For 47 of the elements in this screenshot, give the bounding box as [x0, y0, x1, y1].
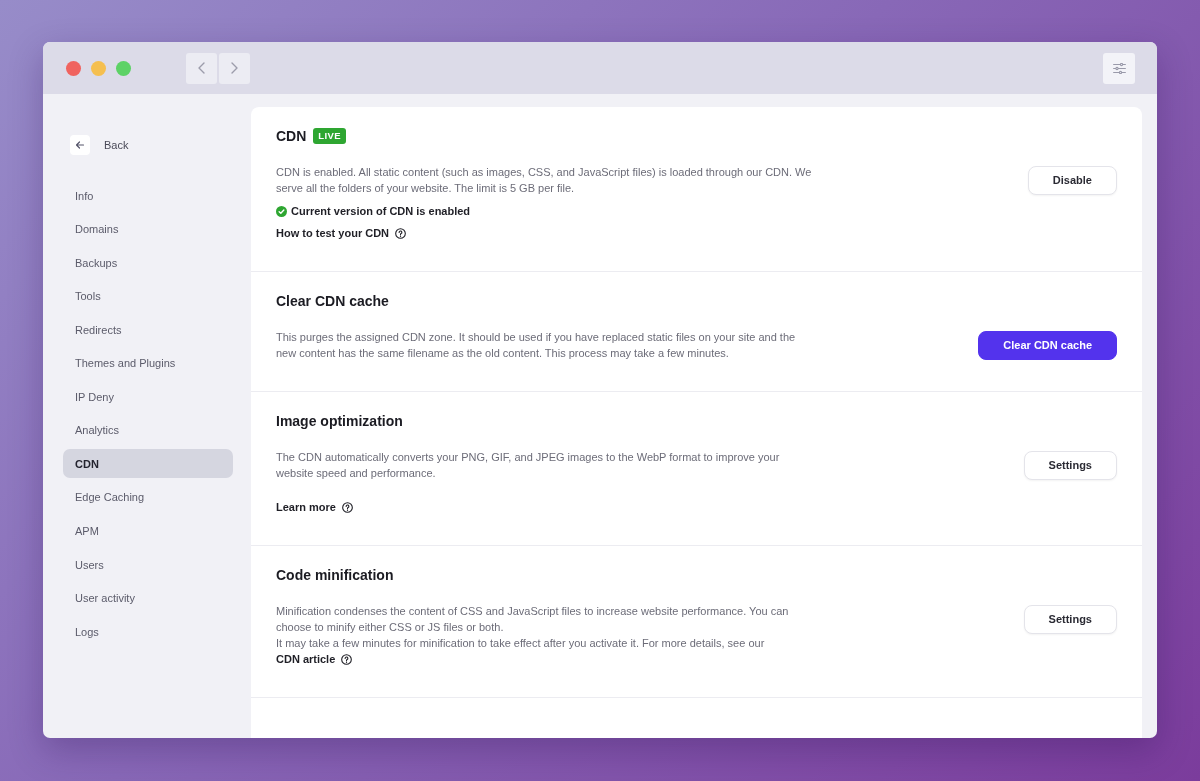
window-minimize-icon[interactable] — [91, 60, 106, 76]
action-button[interactable]: Settings — [1023, 604, 1117, 634]
action-button[interactable]: Settings — [1023, 450, 1117, 480]
help-link[interactable]: Learn more — [276, 499, 353, 515]
help-link[interactable]: How to test your CDN — [276, 225, 407, 241]
section-title: Code minification — [276, 567, 394, 583]
sidebar-item[interactable]: User activity — [63, 583, 233, 613]
sidebar-item[interactable]: Domains — [63, 214, 233, 244]
section-title: Image optimization — [276, 413, 403, 429]
chevron-right-icon — [231, 62, 238, 74]
nav-back-button[interactable] — [186, 52, 217, 84]
arrow-left-icon — [70, 135, 90, 155]
section-description: CDN is enabled. All static content (such as images, CSS, and JavaScript files) is loaded through our CDN. We serve all the folders of your website. The limit is 5 GB per file. — [276, 165, 813, 196]
sidebar-item[interactable]: Users — [63, 550, 233, 579]
sidebar-item[interactable]: IP Deny — [63, 382, 233, 412]
window-maximize-icon[interactable] — [116, 60, 131, 76]
action-button[interactable]: Disable — [1027, 165, 1117, 195]
help-link[interactable]: CDN article — [276, 651, 353, 667]
section-description: Minification condenses the content of CSS and JavaScript files to increase website performance. You can choose to minify either CSS or JS files or both. — [276, 604, 790, 635]
check-circle-icon — [276, 205, 287, 217]
help-icon — [395, 227, 407, 239]
nav-forward-button[interactable] — [219, 52, 250, 84]
action-button[interactable]: Clear CDN cache — [978, 330, 1117, 360]
sidebar-item[interactable]: Backups — [63, 248, 233, 278]
section-title: Clear CDN cache — [276, 293, 389, 309]
sliders-icon — [1112, 62, 1126, 74]
sidebar-item[interactable]: Redirects — [63, 315, 233, 345]
sidebar-item[interactable]: Themes and Plugins — [63, 348, 233, 378]
section-description: It may take a few minutes for minification to take effect after you activate it. For more details, see our CDN article — [276, 636, 766, 667]
sidebar-item[interactable]: Analytics — [63, 415, 233, 445]
sidebar-item[interactable]: Info — [63, 181, 233, 210]
status-text: Current version of CDN is enabled — [291, 205, 471, 217]
back-link[interactable]: Back — [70, 135, 129, 155]
status-badge: LIVE — [313, 128, 347, 144]
sidebar-item[interactable]: CDN — [63, 449, 233, 479]
section-description: This purges the assigned CDN zone. It should be used if you have replaced static files on your site and the new content has the same filename as the old content. This process may take a few minutes. — [276, 330, 797, 361]
window-close-icon[interactable] — [66, 60, 81, 76]
sidebar-item[interactable]: Tools — [63, 281, 233, 311]
section-description: The CDN automatically converts your PNG, GIF, and JPEG images to the WebP format to improve your website speed and performance. — [276, 450, 781, 481]
sidebar-item[interactable]: APM — [63, 516, 233, 546]
section-title: CDN — [276, 128, 307, 144]
help-icon — [341, 501, 353, 513]
chevron-left-icon — [198, 62, 205, 74]
sidebar-item[interactable]: Logs — [63, 617, 233, 647]
sidebar-item[interactable]: Edge Caching — [63, 482, 233, 512]
help-icon — [341, 653, 353, 665]
options-button[interactable] — [1103, 52, 1135, 84]
